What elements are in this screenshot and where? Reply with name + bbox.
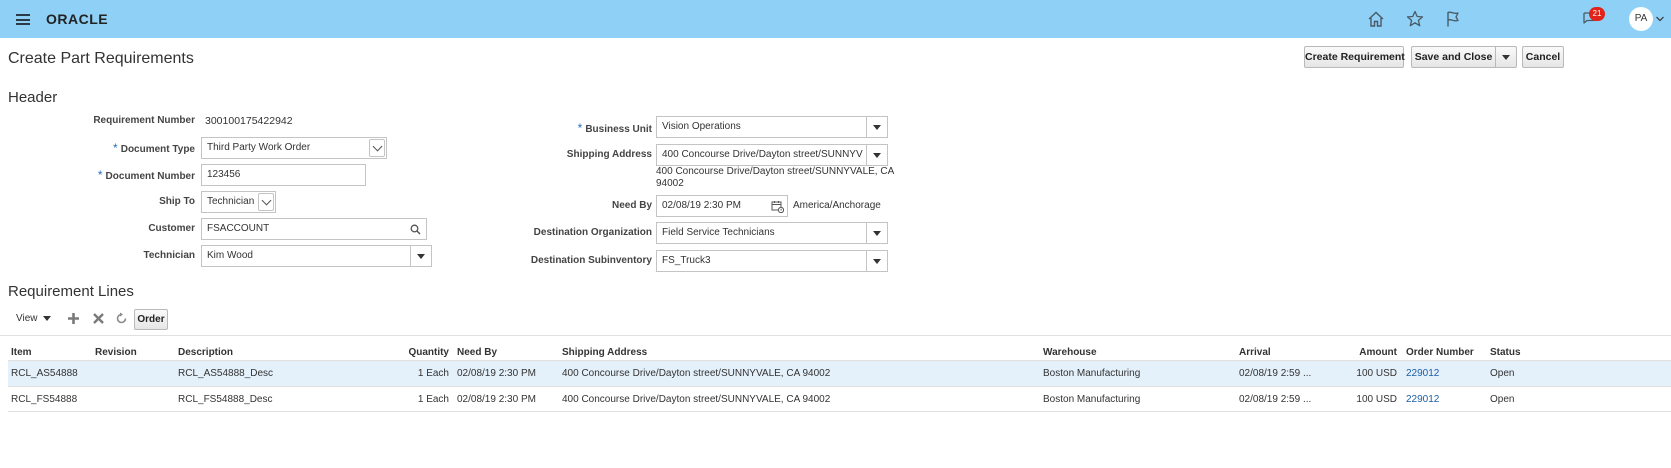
save-and-close-button[interactable]: Save and Close <box>1411 46 1496 68</box>
cell-shipping-address: 400 Concourse Drive/Dayton street/SUNNYV… <box>562 368 831 379</box>
column-header-revision[interactable]: Revision <box>95 347 137 358</box>
caret-down-icon <box>1502 54 1510 60</box>
cell-amount: 100 USD <box>1356 368 1397 379</box>
cancel-button[interactable]: Cancel <box>1522 46 1564 68</box>
favorites-star-icon[interactable] <box>1405 9 1425 29</box>
menu-icon[interactable] <box>16 14 30 25</box>
caret-down-icon[interactable] <box>866 223 887 243</box>
requirement-number-value: 300100175422942 <box>205 115 293 127</box>
view-menu[interactable]: View <box>16 313 52 324</box>
user-avatar[interactable]: PA <box>1629 7 1653 31</box>
save-options-dropdown-button[interactable] <box>1495 46 1517 68</box>
order-number-link[interactable]: 229012 <box>1406 394 1439 405</box>
need-by-date-input[interactable]: 02/08/19 2:30 PM <box>656 195 788 217</box>
cell-quantity: 1 Each <box>417 394 449 405</box>
table-row[interactable]: RCL_AS54888 RCL_AS54888_Desc 1 Each 02/0… <box>8 361 1671 386</box>
requirement-number-label: Requirement Number <box>93 115 195 126</box>
business-unit-label: * Business Unit <box>577 121 652 135</box>
caret-down-icon[interactable] <box>410 246 431 266</box>
requirement-lines-title: Requirement Lines <box>8 283 134 300</box>
caret-down-icon[interactable] <box>866 117 887 137</box>
search-icon[interactable] <box>410 224 421 235</box>
ship-to-select[interactable]: Technician <box>201 191 276 213</box>
caret-down-icon[interactable] <box>866 145 887 165</box>
cell-amount: 100 USD <box>1356 394 1397 405</box>
cell-arrival: 02/08/19 2:59 ... <box>1239 394 1312 405</box>
required-indicator: * <box>97 168 103 182</box>
column-header-arrival[interactable]: Arrival <box>1239 347 1271 358</box>
caret-down-icon[interactable] <box>866 251 887 271</box>
order-number-link[interactable]: 229012 <box>1406 368 1439 379</box>
order-button[interactable]: Order <box>134 309 168 330</box>
chevron-down-icon[interactable] <box>1655 14 1665 24</box>
shipping-address-label: Shipping Address <box>566 149 652 160</box>
column-header-shipping-address[interactable]: Shipping Address <box>562 347 647 358</box>
required-indicator: * <box>577 121 583 135</box>
cell-quantity: 1 Each <box>417 368 449 379</box>
shipping-address-full-line1: 400 Concourse Drive/Dayton street/SUNNYV… <box>656 166 895 177</box>
column-header-order-number[interactable]: Order Number <box>1406 347 1474 358</box>
column-header-item[interactable]: Item <box>11 347 32 358</box>
technician-label: Technician <box>143 250 196 261</box>
column-header-status[interactable]: Status <box>1490 347 1521 358</box>
destination-organization-select[interactable]: Field Service Technicians <box>656 222 888 244</box>
delete-icon[interactable] <box>92 312 105 328</box>
watchlist-flag-icon[interactable] <box>1443 9 1463 29</box>
column-header-need-by[interactable]: Need By <box>457 347 497 358</box>
need-by-label: Need By <box>611 200 652 211</box>
destination-organization-label: Destination Organization <box>533 227 652 238</box>
cell-status: Open <box>1490 368 1515 379</box>
table-top-divider <box>0 335 1671 336</box>
document-type-select[interactable]: Third Party Work Order <box>201 137 387 159</box>
column-header-description[interactable]: Description <box>178 347 233 358</box>
row-divider <box>8 411 1671 412</box>
document-type-label: * Document Type <box>113 141 195 155</box>
destination-subinventory-label: Destination Subinventory <box>530 255 652 266</box>
page-title: Create Part Requirements <box>8 50 194 67</box>
cell-need-by: 02/08/19 2:30 PM <box>457 394 536 405</box>
cell-shipping-address: 400 Concourse Drive/Dayton street/SUNNYV… <box>562 394 831 405</box>
home-icon[interactable] <box>1366 9 1386 29</box>
add-icon[interactable] <box>67 312 80 328</box>
document-number-label: * Document Number <box>97 168 195 182</box>
global-header: ORACLE 21 PA <box>0 0 1671 38</box>
notification-count-badge: 21 <box>1589 7 1605 21</box>
table-row[interactable]: RCL_FS54888 RCL_FS54888_Desc 1 Each 02/0… <box>8 387 1671 412</box>
technician-select[interactable]: Kim Wood <box>201 245 432 267</box>
need-by-timezone: America/Anchorage <box>793 200 881 211</box>
caret-down-icon <box>43 315 52 321</box>
chevron-down-icon[interactable] <box>258 193 274 211</box>
calendar-icon[interactable] <box>771 200 784 213</box>
header-section-title: Header <box>8 89 58 106</box>
required-indicator: * <box>113 141 118 155</box>
cell-description: RCL_AS54888_Desc <box>178 368 274 379</box>
column-header-amount[interactable]: Amount <box>1350 347 1397 358</box>
cell-item: RCL_AS54888 <box>11 368 78 379</box>
oracle-logo[interactable]: ORACLE <box>46 11 108 27</box>
customer-label: Customer <box>148 223 195 234</box>
cell-warehouse: Boston Manufacturing <box>1043 394 1141 405</box>
destination-subinventory-select[interactable]: FS_Truck3 <box>656 250 888 272</box>
cell-description: RCL_FS54888_Desc <box>178 394 273 405</box>
cell-warehouse: Boston Manufacturing <box>1043 368 1141 379</box>
column-header-quantity[interactable]: Quantity <box>405 347 449 358</box>
cell-arrival: 02/08/19 2:59 ... <box>1239 368 1312 379</box>
document-number-input[interactable]: 123456 <box>201 164 366 186</box>
customer-input[interactable]: FSACCOUNT <box>201 218 427 240</box>
cell-status: Open <box>1490 394 1515 405</box>
shipping-address-select[interactable]: 400 Concourse Drive/Dayton street/SUNNYV <box>656 144 888 166</box>
create-requirement-button[interactable]: Create Requirement <box>1304 46 1405 68</box>
chevron-down-icon[interactable] <box>369 139 385 157</box>
business-unit-select[interactable]: Vision Operations <box>656 116 888 138</box>
column-header-warehouse[interactable]: Warehouse <box>1043 347 1097 358</box>
ship-to-label: Ship To <box>159 196 195 207</box>
cell-need-by: 02/08/19 2:30 PM <box>457 368 536 379</box>
cell-item: RCL_FS54888 <box>11 394 78 405</box>
shipping-address-full-line2: 94002 <box>656 178 684 189</box>
refresh-icon[interactable] <box>115 312 128 328</box>
